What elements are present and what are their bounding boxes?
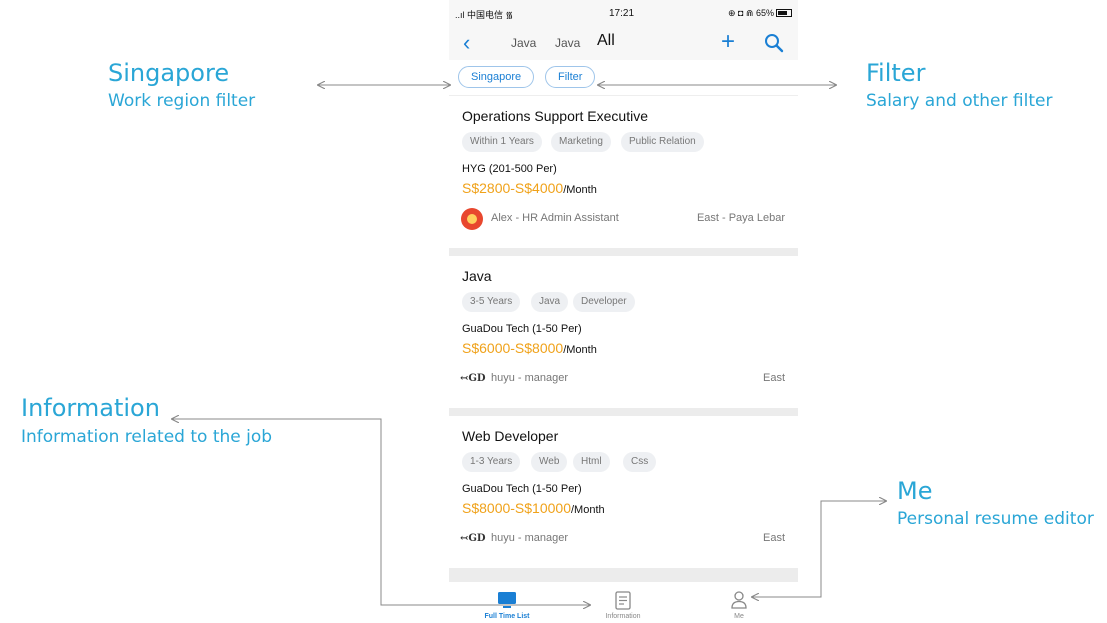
tab-full-time-list[interactable]: Full Time List [449,582,565,623]
salary: S$6000-S$8000/Month [462,340,597,356]
card-separator [449,248,798,256]
card-separator [449,568,798,582]
annotation-filter-subtitle: Salary and other filter [866,91,1053,111]
phone-screen: ..ıl 中国电信 ᯾ 17:21 ⊕ ◘ ⋒ 65% ‹ Java Java … [449,0,798,623]
job-tag: Within 1 Years [462,132,542,152]
company-name: HYG (201-500 Per) [462,163,557,175]
annotation-singapore-title: Singapore [108,59,230,87]
job-title: Java [462,268,492,284]
company-logo: ↢GD [460,373,486,384]
nav-tab-all[interactable]: All [597,32,615,50]
annotation-me-subtitle: Personal resume editor [897,509,1094,529]
annotation-information-subtitle: Information related to the job [21,427,273,447]
status-time: 17:21 [609,8,635,19]
annotation-me-title: Me [897,477,933,505]
recruiter: Alex - HR Admin Assistant [491,212,619,224]
back-icon[interactable]: ‹ [463,30,470,56]
job-card[interactable]: Operations Support Executive Within 1 Ye… [449,96,798,248]
tab-label: Me [734,613,744,620]
annotation-filter-title: Filter [866,59,926,87]
job-tag: Web [531,452,568,472]
nav-bar: ‹ Java Java All + [449,28,798,60]
job-tag: Css [623,452,657,472]
wifi-icon: ᯾ [505,10,514,20]
recruiter: huyu - manager [491,372,569,384]
job-tag: Marketing [551,132,611,152]
job-location: East [762,372,785,384]
salary: S$8000-S$10000/Month [462,500,605,516]
annotation-singapore-subtitle: Work region filter [108,91,256,111]
annotation-information-title: Information [21,394,160,422]
job-card[interactable]: Web Developer 1-3 Years Web Html Css Gua… [449,416,798,568]
company-name: GuaDou Tech (1-50 Per) [462,323,582,335]
job-title: Operations Support Executive [462,108,648,124]
card-separator [449,408,798,416]
battery-icon [776,9,792,17]
tab-label: Full Time List [484,613,530,620]
job-location: East [762,532,785,544]
job-tag: Public Relation [621,132,704,152]
salary: S$2800-S$4000/Month [462,180,597,196]
nav-tab-java-2[interactable]: Java [555,36,580,50]
recruiter: huyu - manager [491,532,569,544]
status-bar: ..ıl 中国电信 ᯾ 17:21 ⊕ ◘ ⋒ 65% [449,0,798,28]
search-icon[interactable] [764,33,784,53]
monitor-icon [498,592,516,608]
person-icon [731,591,747,609]
filter-chip[interactable]: Filter [545,66,596,88]
job-title: Web Developer [462,428,559,444]
job-tag: 3-5 Years [462,292,521,312]
job-tag: Html [573,452,610,472]
add-icon[interactable]: + [721,28,735,56]
region-filter-chip[interactable]: Singapore [458,66,535,88]
status-indicators: ⊕ ◘ ⋒ 65% [728,8,792,19]
job-tag: 1-3 Years [462,452,521,472]
company-logo: ↢GD [460,533,486,544]
carrier-text: ..ıl 中国电信 ᯾ [455,10,514,20]
tab-label: Information [605,613,641,620]
job-tag: Developer [573,292,635,312]
avatar-icon [461,208,483,230]
tab-information[interactable]: Information [565,582,681,623]
tab-me[interactable]: Me [681,582,797,623]
job-card[interactable]: Java 3-5 Years Java Developer GuaDou Tec… [449,256,798,408]
job-tag: Java [531,292,569,312]
company-name: GuaDou Tech (1-50 Per) [462,483,582,495]
filter-bar: Singapore Filter [449,60,798,96]
clipboard-icon [615,591,631,610]
tab-bar: Full Time List Information Me [449,582,798,623]
job-location: East - Paya Lebar [696,212,785,224]
nav-tab-java-1[interactable]: Java [511,36,536,50]
